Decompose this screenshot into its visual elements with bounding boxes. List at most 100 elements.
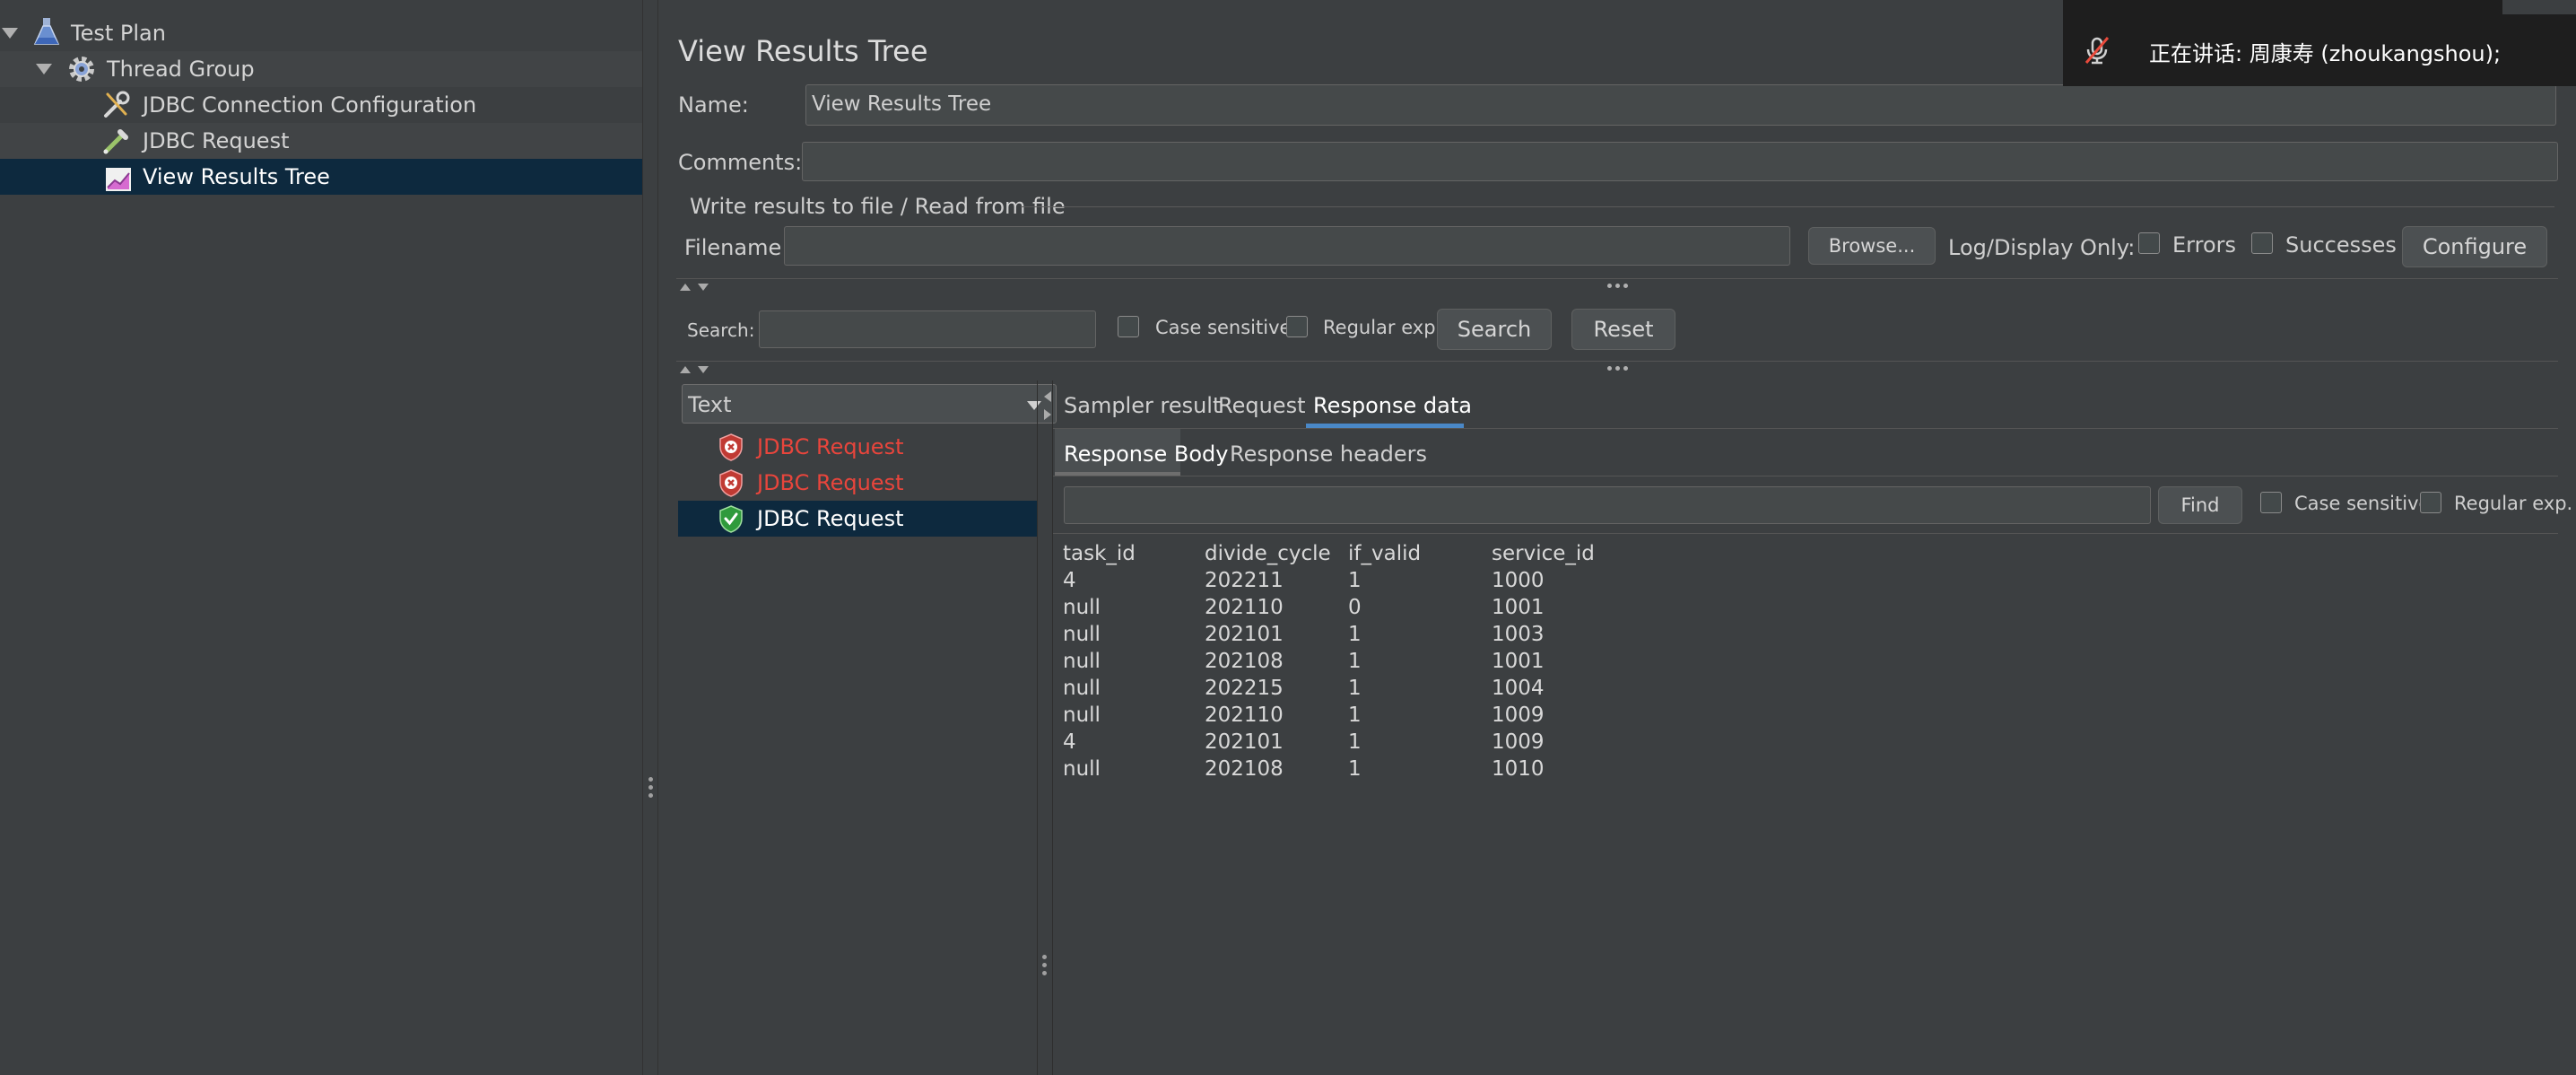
wrench-icon — [104, 91, 130, 118]
tree-item-label: Thread Group — [107, 57, 255, 82]
regular-exp-label: Regular exp. — [1323, 317, 1442, 338]
log-display-only-label: Log/Display Only: — [1948, 235, 2136, 260]
tab-request[interactable]: Request — [1218, 393, 1306, 418]
tab-response-data[interactable]: Response data — [1313, 393, 1472, 418]
section-divider — [1021, 206, 2554, 207]
response-cell: null — [1063, 596, 1101, 619]
response-cell: null — [1063, 623, 1101, 646]
result-label: JDBC Request — [757, 506, 904, 531]
response-cell: 202211 — [1205, 569, 1284, 592]
search-splitter[interactable] — [676, 280, 2558, 298]
reset-button[interactable]: Reset — [1571, 309, 1675, 350]
splitter-grip-icon — [1042, 955, 1048, 975]
subtab-response-headers[interactable]: Response headers — [1230, 441, 1427, 467]
case-sensitive-checkbox[interactable] — [1118, 316, 1139, 337]
success-shield-icon — [719, 505, 743, 533]
filename-label: Filename — [684, 235, 782, 260]
column-header: service_id — [1492, 542, 1595, 565]
errors-checkbox[interactable] — [2138, 232, 2160, 254]
response-cell: 1001 — [1492, 596, 1545, 619]
response-cell: 1 — [1348, 704, 1362, 727]
response-cell: 1 — [1348, 623, 1362, 646]
tree-splitter[interactable] — [642, 0, 658, 1075]
browse-button[interactable]: Browse... — [1808, 227, 1936, 265]
divider — [676, 278, 2558, 279]
response-cell: 1009 — [1492, 730, 1545, 754]
response-cell: 202110 — [1205, 704, 1284, 727]
find-regular-exp-label: Regular exp. — [2454, 493, 2573, 514]
response-cell: 202108 — [1205, 757, 1284, 781]
tree-item-label: Test Plan — [71, 21, 166, 46]
divider — [676, 361, 2558, 362]
result-label: JDBC Request — [757, 434, 904, 459]
response-cell: null — [1063, 757, 1101, 781]
collapse-down-icon[interactable] — [698, 284, 709, 291]
find-regular-exp-checkbox[interactable] — [2420, 492, 2441, 513]
response-cell: null — [1063, 704, 1101, 727]
response-cell: 202215 — [1205, 677, 1284, 700]
chart-icon — [106, 168, 131, 191]
pipette-icon — [103, 129, 128, 154]
results-detail-splitter[interactable] — [1037, 380, 1053, 1075]
find-button[interactable]: Find — [2158, 486, 2242, 524]
column-header: task_id — [1063, 542, 1136, 565]
tree-item-jdbc-request[interactable]: JDBC Request — [0, 123, 642, 159]
tree-item-label: JDBC Request — [143, 128, 290, 153]
result-item-jdbc-request[interactable]: JDBC Request — [678, 465, 1037, 501]
muted-microphone-icon — [2084, 37, 2110, 65]
regular-exp-checkbox[interactable] — [1286, 316, 1308, 337]
response-cell: 202101 — [1205, 623, 1284, 646]
configure-button[interactable]: Configure — [2402, 226, 2547, 267]
expand-toggle-icon[interactable] — [2, 28, 18, 39]
comments-field[interactable] — [802, 142, 2558, 181]
tree-item-jdbc-connection-configuration[interactable]: JDBC Connection Configuration — [0, 87, 642, 123]
search-input[interactable] — [759, 310, 1096, 348]
response-cell: null — [1063, 677, 1101, 700]
tree-item-thread-group[interactable]: Thread Group — [0, 51, 642, 87]
collapse-up-icon[interactable] — [680, 284, 691, 291]
collapse-down-icon[interactable] — [698, 366, 709, 373]
response-cell: 1 — [1348, 757, 1362, 781]
column-header: divide_cycle — [1205, 542, 1331, 565]
expand-toggle-icon[interactable] — [36, 64, 52, 74]
subtab-response-body[interactable]: Response Body — [1064, 441, 1228, 467]
find-input[interactable] — [1064, 486, 2151, 524]
response-cell: 1 — [1348, 730, 1362, 754]
find-case-sensitive-label: Case sensitive — [2294, 493, 2431, 514]
response-cell: 0 — [1348, 596, 1362, 619]
search-button[interactable]: Search — [1437, 309, 1552, 350]
response-cell: 1 — [1348, 650, 1362, 673]
successes-checkbox[interactable] — [2251, 232, 2273, 254]
response-cell: 202110 — [1205, 596, 1284, 619]
result-item-jdbc-request[interactable]: JDBC Request — [678, 429, 1037, 465]
view-results-tree-panel: View Results Tree Name: View Results Tre… — [658, 0, 2576, 1075]
result-item-jdbc-request[interactable]: JDBC Request — [678, 501, 1037, 537]
column-header: if_valid — [1348, 542, 1422, 565]
find-case-sensitive-checkbox[interactable] — [2260, 492, 2282, 513]
tree-item-view-results-tree[interactable]: View Results Tree — [0, 159, 642, 195]
response-cell: 4 — [1063, 569, 1076, 592]
notification-text: 正在讲话: 周康寿 (zhoukangshou); — [2149, 41, 2502, 66]
tree-item-test-plan[interactable]: Test Plan — [0, 15, 642, 51]
response-cell: 1010 — [1492, 757, 1545, 781]
response-cell: 1 — [1348, 677, 1362, 700]
renderer-select[interactable]: Text — [682, 384, 1057, 424]
comments-label: Comments: — [678, 150, 803, 175]
renderer-selected-value: Text — [688, 392, 732, 417]
test-plan-tree: Test Plan Thread Group JDBC Connection C… — [0, 0, 642, 1075]
collapse-up-icon[interactable] — [680, 366, 691, 373]
speaking-notification: 正在讲话: 周康寿 (zhoukangshou); — [2063, 14, 2576, 86]
tab-sampler-result[interactable]: Sampler result — [1064, 393, 1221, 418]
response-cell: 1004 — [1492, 677, 1545, 700]
divider — [1053, 533, 2558, 534]
gear-icon — [69, 57, 94, 82]
filename-input[interactable] — [784, 226, 1790, 266]
response-cell: 4 — [1063, 730, 1076, 754]
jmeter-window: Test Plan Thread Group JDBC Connection C… — [0, 0, 2576, 1075]
response-cell: 1000 — [1492, 569, 1545, 592]
splitter-grip-icon — [1607, 284, 1628, 288]
results-splitter[interactable] — [676, 363, 2558, 380]
response-cell: 202108 — [1205, 650, 1284, 673]
name-field[interactable]: View Results Tree — [805, 84, 2556, 126]
response-cell: 1003 — [1492, 623, 1545, 646]
